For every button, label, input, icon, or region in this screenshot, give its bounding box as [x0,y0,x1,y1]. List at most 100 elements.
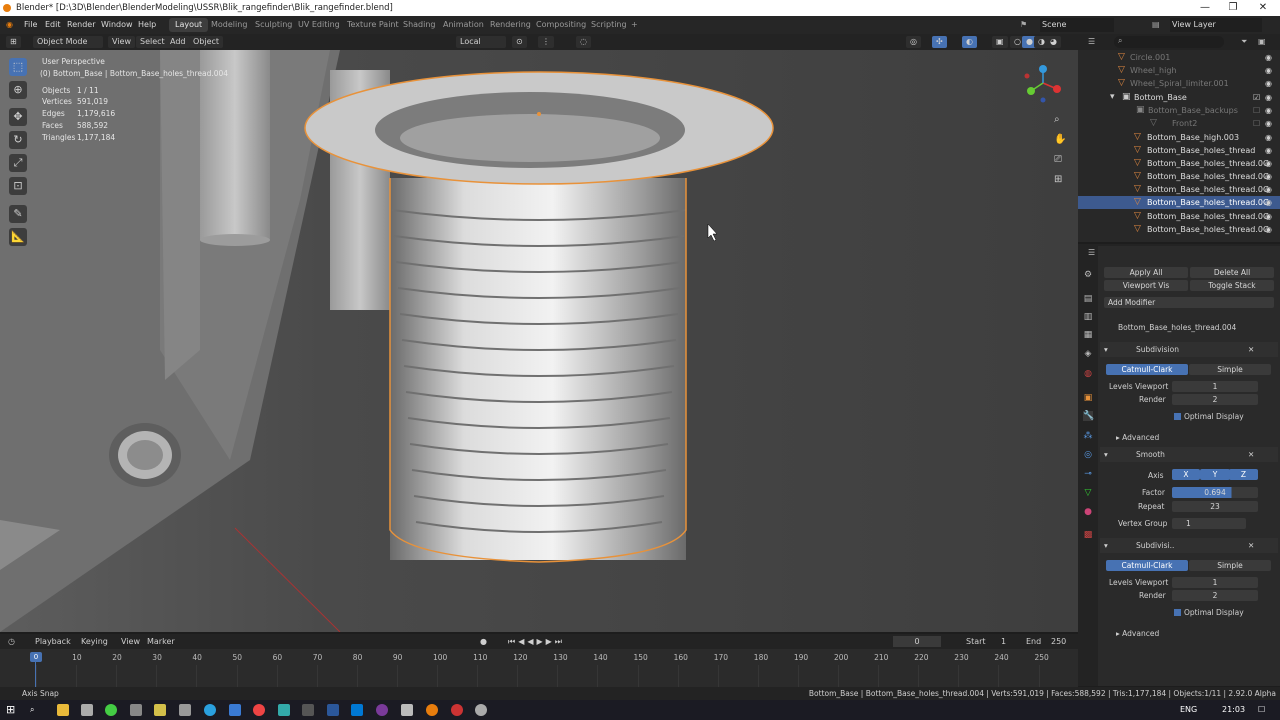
record-icon[interactable]: ● [480,634,487,649]
catmull-clark-button[interactable]: Catmull-Clark [1106,560,1188,571]
eye-icon[interactable]: ◉ [1265,91,1272,104]
close-button[interactable]: ✕ [1248,0,1278,16]
modifier-subdivision-header[interactable]: ▾ Subdivision ✕ [1100,342,1278,357]
axis-y-toggle[interactable]: Y [1200,469,1230,480]
view-menu[interactable]: View [108,36,135,48]
optimal-display-checkbox[interactable]: Optimal Display [1174,608,1244,617]
explorer-icon[interactable] [57,704,69,716]
language-indicator[interactable]: ENG [1180,700,1197,720]
delete-all-button[interactable]: Delete All [1190,267,1274,278]
app-icon[interactable] [475,704,487,716]
advanced-panel[interactable]: ▸ Advanced [1116,433,1159,442]
app-icon[interactable] [130,704,142,716]
search-icon[interactable]: ⌕ [30,700,34,720]
object-tab-icon[interactable]: ▣ [1083,393,1093,403]
levels-viewport-field[interactable]: 1 [1172,577,1258,588]
scene-tab-icon[interactable]: ◈ [1083,349,1093,359]
app-icon[interactable] [278,704,290,716]
modifier-name[interactable]: Subdivision [1136,345,1179,354]
collapse-icon[interactable]: ▾ [1104,541,1108,550]
eye-icon[interactable]: ◉ [1265,104,1272,117]
modifier-smooth-header[interactable]: ▾ Smooth ✕ [1100,447,1278,462]
app-icon[interactable] [154,704,166,716]
render-tab-icon[interactable]: ▤ [1083,294,1093,304]
remove-modifier-icon[interactable]: ✕ [1248,450,1254,459]
outliner-item[interactable]: ▽ Circle.001 ◉ [1078,51,1280,64]
simple-button[interactable]: Simple [1189,364,1271,375]
eye-icon[interactable]: ◉ [1265,210,1272,223]
levels-viewport-field[interactable]: 1 [1172,381,1258,392]
outliner-item-selected[interactable]: ▽ Bottom_Base_holes_thread.0C ◉ [1078,196,1280,209]
rendered-shading-icon[interactable]: ◕ [1046,36,1061,48]
current-frame-field[interactable]: 0 [893,636,941,647]
gizmo-icon[interactable]: ✣ [932,36,947,48]
repeat-field[interactable]: 23 [1172,501,1258,512]
modifier-subdivision-2-header[interactable]: ▾ Subdivisi.. ✕ [1100,538,1278,553]
tab-texture-paint[interactable]: Texture Paint [341,18,405,32]
checkbox-icon[interactable]: ☑ [1253,91,1260,104]
outliner-item[interactable]: ▽ Wheel_high ◉ [1078,64,1280,77]
eye-icon[interactable]: ◉ [1265,170,1272,183]
visibility-icon[interactable]: ◎ [906,36,921,48]
app-icon[interactable] [179,704,191,716]
axis-x-toggle[interactable]: X [1172,469,1200,480]
constraints-tab-icon[interactable]: ⊸ [1083,469,1093,479]
eye-icon[interactable]: ◉ [1265,51,1272,64]
apply-all-button[interactable]: Apply All [1104,267,1188,278]
app-icon[interactable] [229,704,241,716]
outliner-type-icon[interactable]: ☰ [1088,37,1095,46]
word-icon[interactable] [327,704,339,716]
cursor-tool-icon[interactable]: ⊕ [9,81,27,99]
camera-icon[interactable]: ⎚ [1054,154,1062,165]
annotate-tool-icon[interactable]: ✎ [9,205,27,223]
eye-icon[interactable]: ◉ [1265,77,1272,90]
properties-type-icon[interactable]: ☰ [1088,248,1095,257]
outliner-item[interactable]: ▽ Bottom_Base_holes_thread.0C ◉ [1078,157,1280,170]
select-menu[interactable]: Select [136,36,169,48]
add-workspace-button[interactable]: + [625,18,644,32]
pivot-icon[interactable]: ⊙ [512,36,527,48]
factor-slider[interactable]: 0.694 [1172,487,1258,498]
material-tab-icon[interactable]: ● [1083,507,1093,517]
add-modifier-dropdown[interactable]: Add Modifier [1104,297,1274,308]
modifier-tab-icon[interactable]: 🔧 [1083,411,1094,421]
view-menu[interactable]: View [121,634,140,649]
collapse-icon[interactable]: ▾ [1104,450,1108,459]
notifications-icon[interactable]: ☐ [1258,700,1265,720]
outliner-item[interactable]: ▽ Wheel_Spiral_limiter.001 ◉ [1078,77,1280,90]
data-tab-icon[interactable]: ▽ [1083,488,1093,498]
overlay-icon[interactable]: ◐ [962,36,977,48]
eye-icon[interactable]: ◉ [1265,196,1272,209]
clock[interactable]: 21:03 [1222,700,1245,720]
tool-tab-icon[interactable]: ⚙ [1083,270,1093,280]
outlook-icon[interactable] [351,704,363,716]
outliner-item[interactable]: ▽ Bottom_Base_high.003 ◉ [1078,131,1280,144]
start-icon[interactable]: ⊞ [6,700,15,720]
app-icon[interactable] [302,704,314,716]
render-levels-field[interactable]: 2 [1172,590,1258,601]
tab-rendering[interactable]: Rendering [484,18,537,32]
menu-file[interactable]: File [24,16,37,34]
scene-selector[interactable]: Scene [1040,18,1114,32]
remove-modifier-icon[interactable]: ✕ [1248,541,1254,550]
eye-icon[interactable]: ◉ [1265,144,1272,157]
texture-tab-icon[interactable]: ▩ [1083,530,1093,540]
world-tab-icon[interactable]: ◍ [1083,369,1093,379]
pan-icon[interactable]: ✋ [1054,134,1066,145]
playback-menu[interactable]: Playback [35,634,71,649]
eye-icon[interactable]: ◉ [1265,157,1272,170]
start-field[interactable]: 1 [1001,634,1006,649]
minimize-button[interactable]: — [1190,0,1220,16]
tab-modeling[interactable]: Modeling [205,18,253,32]
outliner-search-input[interactable]: ⌕ [1114,36,1224,48]
menu-edit[interactable]: Edit [45,16,61,34]
zoom-icon[interactable]: ⌕ [1054,114,1060,125]
blender-taskbar-icon[interactable] [426,704,438,716]
tab-compositing[interactable]: Compositing [530,18,592,32]
output-tab-icon[interactable]: ▥ [1083,312,1093,322]
store-icon[interactable] [81,704,93,716]
advanced-panel[interactable]: ▸ Advanced [1116,629,1159,638]
chrome-icon[interactable] [253,704,265,716]
restore-button[interactable]: ❐ [1218,0,1248,16]
remove-modifier-icon[interactable]: ✕ [1248,345,1254,354]
